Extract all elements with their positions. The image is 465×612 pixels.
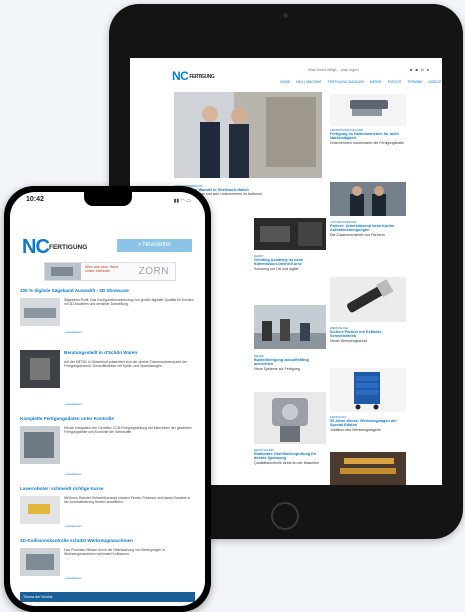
article[interactable]: Beratungsstellt in d'Schön Waren Auf der… [20, 350, 195, 408]
article-image[interactable] [20, 350, 60, 388]
article[interactable]: 100 % digitale Sägeband Auswahlt - 3D Sh… [20, 288, 195, 338]
article-image[interactable] [20, 298, 60, 326]
tile-image[interactable] [254, 392, 326, 444]
article[interactable]: Komplette Fertigungsdaten unter Kontroll… [20, 416, 195, 478]
tablet-nav-item[interactable]: TERMINE [407, 80, 422, 84]
tile-text[interactable]: MESSTECHNIK Stationäre Oberflächenprüfun… [254, 448, 326, 465]
tablet-camera [283, 13, 288, 18]
tablet-nav-item[interactable]: MESSE [370, 80, 382, 84]
hero-image[interactable] [174, 92, 322, 178]
tablet-nav-item[interactable]: VIDEOS [428, 80, 441, 84]
read-more-link[interactable]: » weiterlesen [64, 472, 82, 476]
footer-bar[interactable]: Thema der Woche [20, 592, 195, 602]
phone-logo-sub: FERTIGUNG [49, 244, 88, 251]
ad-logo: ZORN [138, 266, 169, 277]
tablet-nav-item[interactable]: HOME [280, 80, 290, 84]
article-title[interactable]: Laserroboter: schmeidt richtige Kurse [20, 486, 195, 491]
article-body: Mit ihrem Roboter-Schweißkonzept erziele… [64, 496, 191, 505]
tablet-logo[interactable]: NCFERTIGUNG [172, 69, 215, 83]
tile-text[interactable]: FERTIGUNG 50 Jahre Werks: Werkzeugwagen … [330, 415, 406, 432]
article-image[interactable] [20, 426, 60, 464]
read-more-link[interactable]: » weiterlesen [64, 402, 82, 406]
tile-text[interactable]: MESSE Bustellbringung zukunftsfähig ausr… [254, 354, 326, 371]
read-more-link[interactable]: » weiterlesen [64, 524, 82, 528]
article-body: Sägeband-Profil: Das Konfigurationswerkz… [64, 298, 194, 307]
article-title[interactable]: Komplette Fertigungsdaten unter Kontroll… [20, 416, 195, 421]
article[interactable]: Laserroboter: schmeidt richtige Kurse Mi… [20, 486, 195, 530]
tablet-nav-item[interactable]: FERTIGUNG MAGAZIN [328, 80, 364, 84]
article-body: Das Prozesse-Wissen durch die Überwachun… [64, 548, 165, 557]
tablet-search[interactable]: Was beschäftigt... was lugen [308, 67, 359, 72]
ad-banner[interactable]: Alles aus einer Hand Unser Maßstab ZORN [44, 262, 176, 281]
tile-image[interactable] [330, 277, 406, 322]
article-image[interactable] [20, 496, 60, 524]
phone-notch [84, 192, 132, 206]
article-title[interactable]: 100 % digitale Sägeband Auswahlt - 3D Sh… [20, 288, 195, 293]
article-image[interactable] [20, 548, 60, 576]
tile-image[interactable] [330, 368, 406, 412]
phone-logo[interactable]: NC [22, 236, 50, 259]
read-more-link[interactable]: » weiterlesen [64, 576, 82, 580]
tile-image[interactable] [330, 452, 406, 485]
tablet-nav-item[interactable]: NEU | MACHINE [296, 80, 322, 84]
tablet-social-icons[interactable]: ■ ■ ◘ ● [410, 67, 430, 72]
tile-image[interactable] [330, 182, 406, 216]
tablet-nav[interactable]: HOME NEU | MACHINE FERTIGUNG MAGAZIN MES… [280, 80, 442, 84]
tile-image[interactable] [330, 94, 406, 126]
ad-text: Alles aus einer Hand Unser Maßstab [85, 265, 119, 273]
article-title[interactable]: 3D-Kollisionskontrolle schützt Werkzeugm… [20, 538, 195, 543]
tile-image[interactable] [254, 218, 326, 250]
tablet-home-button[interactable] [271, 502, 299, 530]
phone-device: 10:42 ▮▮ ◠ ▭ NC FERTIGUNG » Newsletter A… [4, 186, 211, 612]
phone-screen[interactable]: 10:42 ▮▮ ◠ ▭ NC FERTIGUNG » Newsletter A… [10, 192, 205, 606]
tile-text[interactable]: ZERSPANUNGSTECHNIK Fertigung im Hallenbe… [330, 128, 406, 145]
ad-image [45, 263, 81, 280]
tile-text[interactable]: AUTOMATISIERUNG Partner: Unterstützend b… [330, 220, 406, 237]
tile-text[interactable]: MARKT Grinding Academy ist neue Kommissi… [254, 254, 326, 271]
article-body: Mit der Integration der Cerbetec CCB-Fer… [64, 426, 192, 435]
newsletter-button[interactable]: » Newsletter [117, 239, 192, 252]
article-body: Auf der METAV in Düsseldorf präsentiert … [64, 360, 187, 369]
article[interactable]: 3D-Kollisionskontrolle schützt Werkzeugm… [20, 538, 195, 584]
read-more-link[interactable]: » weiterlesen [64, 330, 82, 334]
tile-text[interactable]: WERKZEUGE Sichere Partner mit Kebluter-S… [330, 326, 406, 343]
status-time: 10:42 [26, 196, 44, 203]
status-icons: ▮▮ ◠ ▭ [173, 198, 191, 204]
tablet-nav-item[interactable]: EVENTS [388, 80, 402, 84]
tile-image[interactable] [254, 305, 326, 349]
